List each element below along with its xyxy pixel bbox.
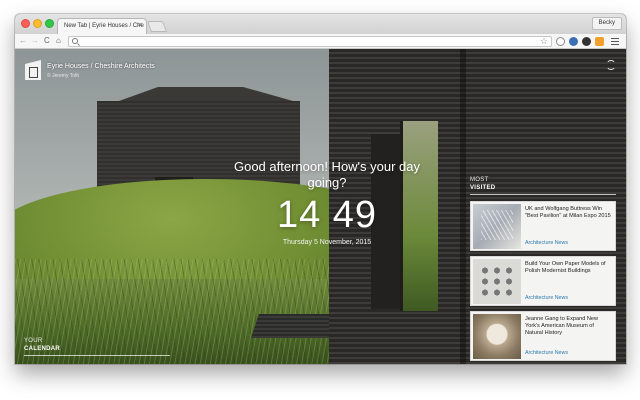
new-tab-page: Eyrie Houses / Cheshire Architects © Jer…	[15, 49, 626, 364]
back-arrow-icon[interactable]: ←	[19, 36, 27, 46]
pavilion-thumbnail	[473, 204, 521, 249]
card-source[interactable]: Architecture News	[525, 350, 568, 356]
card-title: Jeanne Gang to Expand New York's America…	[525, 316, 599, 336]
extension-dark-icon[interactable]	[582, 37, 591, 46]
tab-new-tab[interactable]: New Tab | Eyrie Houses / Che ×	[57, 18, 147, 34]
address-bar[interactable]: ☆	[68, 36, 552, 47]
most-visited-heading: MOST VISITED	[470, 176, 495, 192]
card-source[interactable]: Architecture News	[525, 295, 568, 301]
clock: 14 49	[276, 194, 378, 236]
card-source[interactable]: Architecture News	[525, 240, 568, 246]
card-title: UK and Wolfgang Buttress Win "Best Pavil…	[525, 206, 611, 219]
extension-blue-icon[interactable]	[569, 37, 578, 46]
most-visited-card-3[interactable]: Jeanne Gang to Expand New York's America…	[470, 311, 616, 361]
tab-title: New Tab | Eyrie Houses / Che	[64, 23, 144, 29]
museum-thumbnail	[473, 314, 521, 359]
new-tab-button[interactable]	[146, 21, 168, 32]
calendar-heading-top: YOUR	[24, 338, 43, 344]
most-visited-card-1[interactable]: UK and Wolfgang Buttress Win "Best Pavil…	[470, 201, 616, 251]
tab-bar: New Tab | Eyrie Houses / Che × Becky	[15, 14, 626, 34]
home-icon[interactable]: ⌂	[56, 36, 61, 46]
minimize-window-button[interactable]	[33, 19, 42, 28]
most-visited-card-2[interactable]: Build Your Own Paper Models of Polish Mo…	[470, 256, 616, 306]
browser-toolbar: ← → C ⌂ ☆	[15, 34, 626, 49]
maximize-window-button[interactable]	[45, 19, 54, 28]
profile-button[interactable]: Becky	[591, 17, 622, 30]
extension-orange-icon[interactable]	[595, 37, 604, 46]
search-icon	[72, 38, 78, 44]
extension-circle-icon[interactable]	[556, 37, 565, 46]
calendar-heading[interactable]: YOUR CALENDAR	[24, 337, 60, 353]
close-window-button[interactable]	[21, 19, 30, 28]
most-visited-heading-top: MOST	[470, 177, 489, 183]
calendar-divider	[24, 355, 170, 356]
forward-arrow-icon[interactable]: →	[31, 36, 39, 46]
refresh-background-icon[interactable]	[606, 60, 616, 70]
card-title: Build Your Own Paper Models of Polish Mo…	[525, 261, 606, 274]
foreground-building-edge	[460, 49, 466, 364]
photo-credit: © Jeremy Toth	[47, 73, 80, 79]
most-visited-heading-bottom: VISITED	[470, 185, 496, 191]
date-text: Thursday 5 November, 2015	[282, 239, 372, 246]
greeting-text: Good afternoon! How's your day going?	[233, 159, 421, 190]
paper-models-thumbnail	[473, 259, 521, 304]
most-visited-divider	[470, 194, 616, 195]
browser-window: New Tab | Eyrie Houses / Che × Becky ← →…	[15, 14, 626, 364]
tab-close-icon[interactable]: ×	[138, 22, 142, 29]
bookmark-star-icon[interactable]: ☆	[540, 36, 548, 47]
reload-icon[interactable]: C	[44, 36, 50, 46]
calendar-heading-bottom: CALENDAR	[24, 346, 61, 352]
photo-title[interactable]: Eyrie Houses / Cheshire Architects	[47, 63, 155, 70]
browser-menu-icon[interactable]	[611, 38, 619, 47]
